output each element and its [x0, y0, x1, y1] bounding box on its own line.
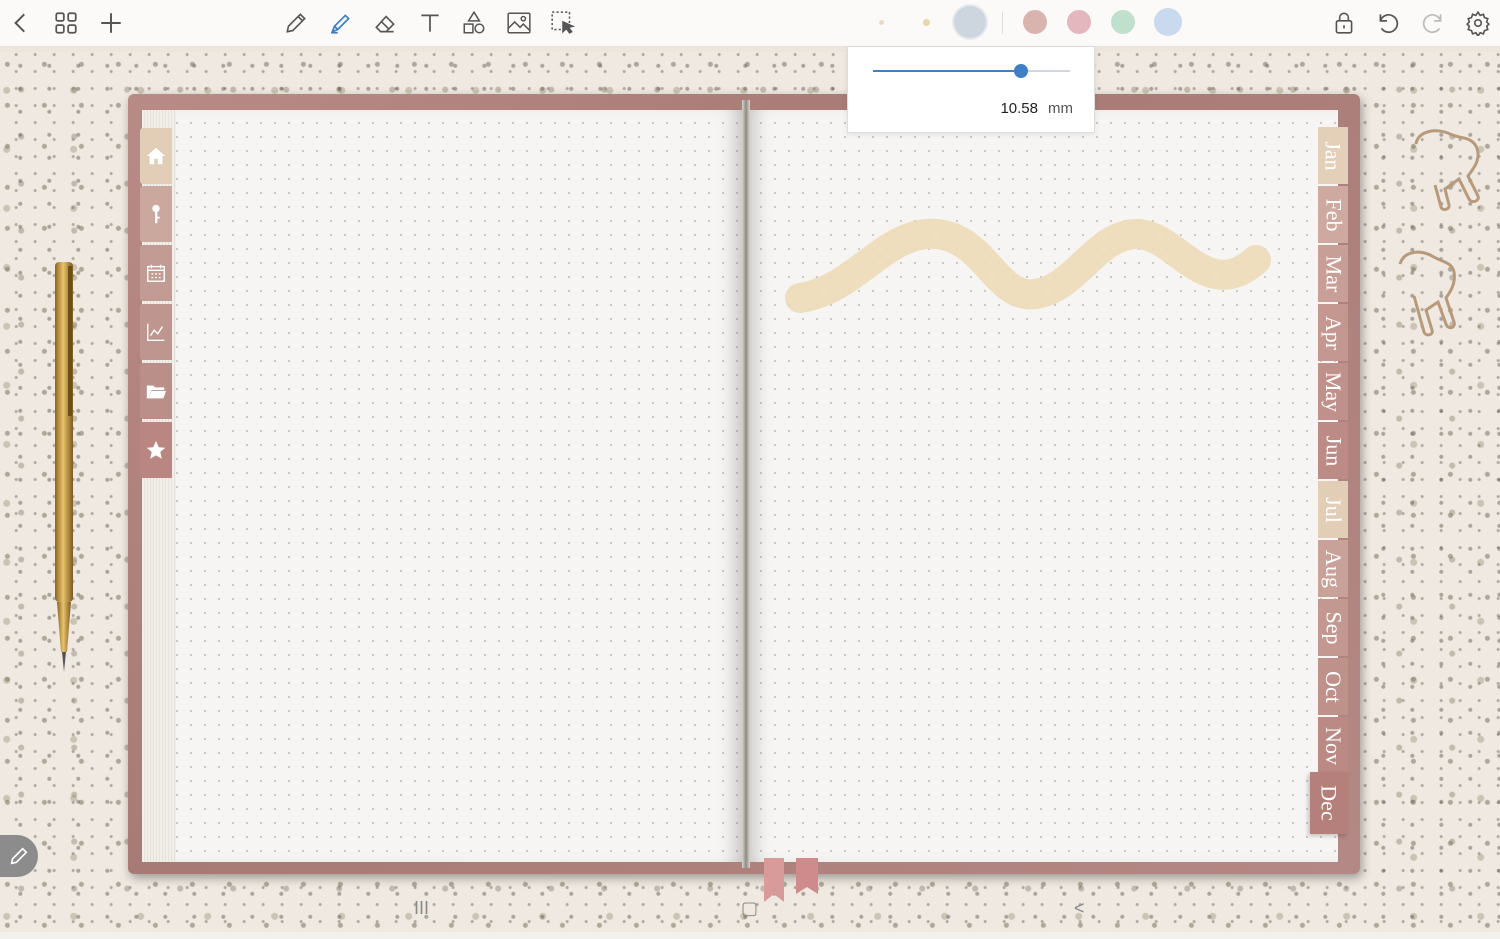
size-value: 10.58	[1000, 100, 1038, 117]
redo-icon[interactable]	[1418, 8, 1448, 38]
month-tab-dec[interactable]: Dec	[1310, 772, 1348, 834]
month-tab-may[interactable]: May	[1318, 363, 1348, 420]
month-tab-jul[interactable]: Jul	[1318, 481, 1348, 538]
undo-icon[interactable]	[1373, 8, 1403, 38]
star-icon	[146, 440, 166, 459]
grid-icon[interactable]	[51, 8, 81, 38]
key-icon	[152, 204, 160, 224]
color-swatch-rose[interactable]	[1023, 10, 1047, 34]
size-popover: 10.58 mm	[847, 46, 1095, 133]
lock-icon[interactable]	[1329, 8, 1359, 38]
color-swatch-2[interactable]	[923, 19, 930, 26]
month-tab-oct[interactable]: Oct	[1318, 658, 1348, 715]
month-tab-jun[interactable]: Jun	[1318, 422, 1348, 479]
gold-pen	[55, 262, 73, 672]
month-tab-aug[interactable]: Aug	[1318, 540, 1348, 597]
text-icon[interactable]	[415, 8, 445, 38]
color-swatch-1[interactable]	[879, 20, 884, 25]
calendar-tab[interactable]	[140, 245, 172, 301]
size-slider-thumb[interactable]	[1013, 64, 1028, 78]
pen-icon[interactable]	[281, 8, 311, 38]
month-tab-feb[interactable]: Feb	[1318, 186, 1348, 243]
color-swatch-mint[interactable]	[1111, 10, 1135, 34]
top-toolbar	[0, 0, 1500, 47]
lasso-select-icon[interactable]	[548, 8, 578, 38]
folder-tab[interactable]	[140, 363, 172, 419]
back-nav[interactable]: <	[1074, 898, 1085, 919]
calendar-icon	[147, 264, 165, 282]
add-icon[interactable]	[96, 8, 126, 38]
size-slider-fill	[873, 70, 1021, 72]
size-unit: mm	[1048, 100, 1073, 117]
home-tab[interactable]	[140, 128, 172, 184]
recents-nav[interactable]: III	[414, 898, 429, 919]
month-tab-nov[interactable]: Nov	[1318, 717, 1348, 774]
paper-clip-2	[1398, 250, 1456, 337]
color-swatch-selected[interactable]	[954, 6, 986, 38]
bottom-strip	[0, 932, 1500, 939]
color-swatch-pink[interactable]	[1067, 10, 1091, 34]
bookmark-ribbon-1	[764, 858, 784, 902]
image-icon[interactable]	[504, 8, 534, 38]
size-slider[interactable]	[873, 64, 1070, 78]
month-tab-jan[interactable]: Jan	[1318, 127, 1348, 184]
month-tab-apr[interactable]: Apr	[1318, 304, 1348, 361]
shapes-icon[interactable]	[459, 8, 489, 38]
bookmark-ribbon-2	[796, 858, 818, 894]
back-icon[interactable]	[6, 8, 36, 38]
key-tab[interactable]	[140, 186, 172, 242]
left-page[interactable]	[176, 110, 744, 862]
folder-icon	[146, 385, 167, 399]
chart-icon	[147, 323, 165, 341]
right-page[interactable]	[746, 110, 1338, 862]
spine	[742, 100, 750, 868]
chart-tab[interactable]	[140, 304, 172, 360]
eraser-icon[interactable]	[370, 8, 400, 38]
settings-icon[interactable]	[1463, 8, 1493, 38]
highlighter-stroke	[785, 218, 1271, 313]
home-nav[interactable]: ▢	[741, 898, 758, 919]
home-icon	[146, 147, 166, 165]
pencil-icon	[10, 847, 28, 865]
highlighter-icon[interactable]	[326, 8, 356, 38]
star-tab[interactable]	[140, 422, 172, 478]
month-tab-sep[interactable]: Sep	[1318, 599, 1348, 656]
toolbar-divider	[1002, 12, 1003, 34]
month-tab-mar[interactable]: Mar	[1318, 245, 1348, 302]
paper-clip-1	[1414, 129, 1480, 211]
color-swatch-blue[interactable]	[1154, 8, 1182, 36]
